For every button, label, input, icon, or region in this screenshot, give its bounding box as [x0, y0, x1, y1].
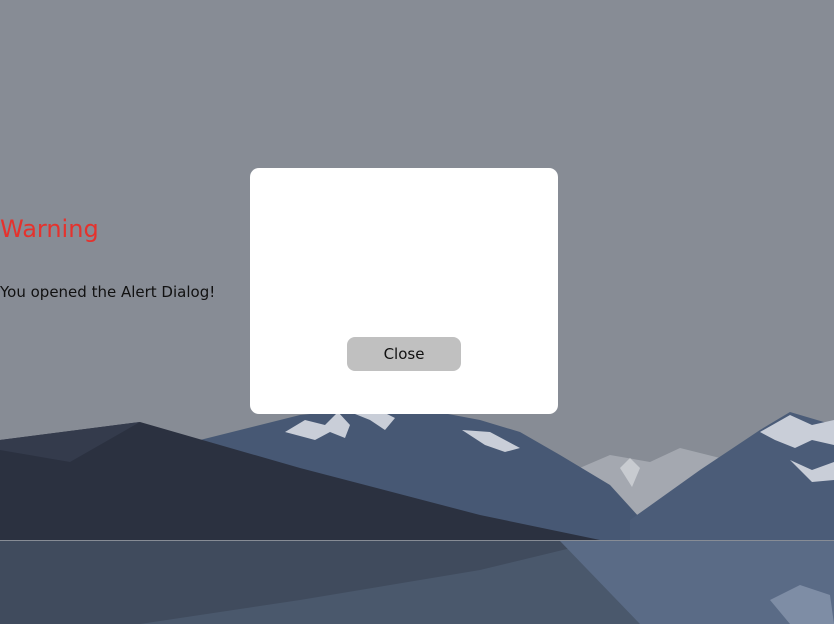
- screen: Warning You opened the Alert Dialog! Clo…: [0, 0, 834, 624]
- dialog-message: You opened the Alert Dialog!: [0, 283, 216, 301]
- close-button[interactable]: Close: [347, 337, 461, 371]
- dialog-title: Warning: [0, 215, 99, 243]
